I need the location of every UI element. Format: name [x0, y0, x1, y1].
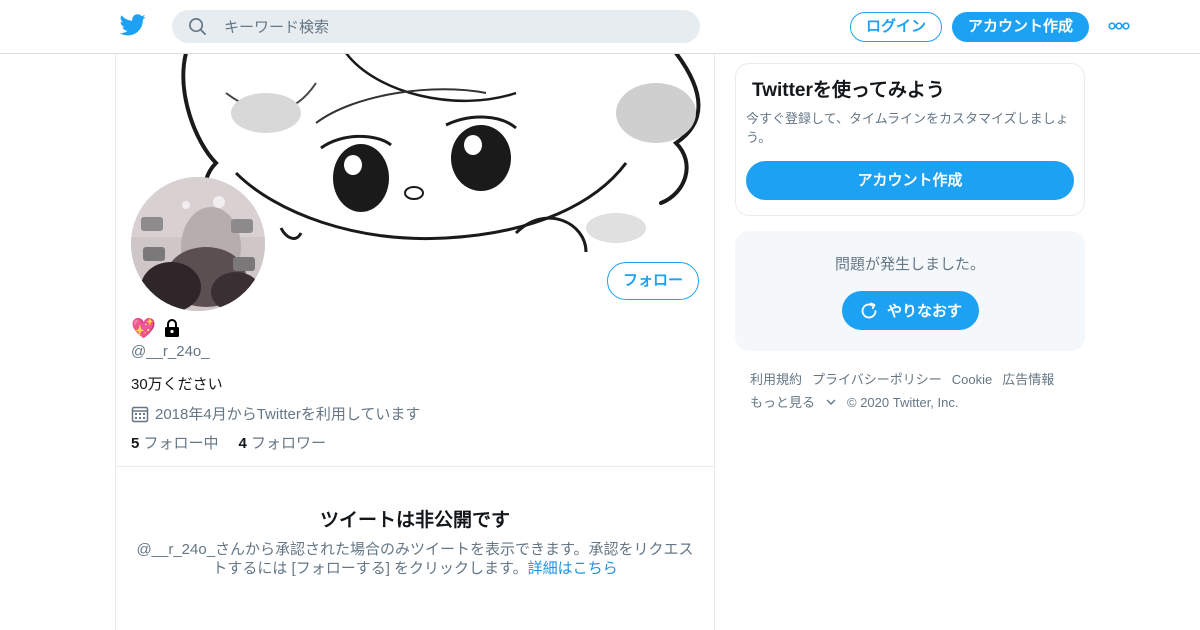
more-dots-icon[interactable]: [1108, 20, 1130, 32]
avatar[interactable]: [131, 177, 265, 311]
error-message: 問題が発生しました。: [834, 256, 985, 273]
footer-cookie-link[interactable]: Cookie: [952, 372, 992, 387]
footer-terms-link[interactable]: 利用規約: [750, 372, 802, 387]
footer-privacy-link[interactable]: プライバシーポリシー: [812, 372, 942, 387]
search-icon: [189, 18, 206, 35]
following-stat[interactable]: 5 フォロー中: [131, 432, 219, 453]
followers-count: 4: [238, 435, 247, 452]
search-input[interactable]: [222, 10, 686, 45]
profile-handle: @__r_24o_: [131, 343, 210, 360]
followers-label: フォロワー: [251, 435, 327, 452]
twitter-bird-icon[interactable]: [120, 14, 146, 36]
refresh-icon: [861, 302, 877, 318]
footer-links: 利用規約 プライバシーポリシー Cookie 広告情報 もっと見る © 2020 Twi…: [750, 368, 1080, 414]
signup-card-subtitle: 今すぐ登録して、タイムラインをカスタマイズしましょう。: [746, 111, 1069, 145]
following-label: フォロー中: [143, 435, 219, 452]
footer-copyright: © 2020 Twitter, Inc.: [847, 395, 959, 410]
top-navigation-bar: ログイン アカウント作成: [0, 0, 1200, 54]
profile-bio: 30万ください: [131, 376, 223, 393]
divider: [116, 466, 714, 467]
signup-card-button[interactable]: アカウント作成: [746, 161, 1074, 200]
private-tweets-title: ツイートは非公開です: [319, 510, 510, 531]
followers-stat[interactable]: 4 フォロワー: [239, 432, 327, 453]
retry-label: やりなおす: [886, 303, 962, 320]
private-tweets-message: @__r_24o_さんから承認された場合のみツイートを表示できます。承認をリクエ…: [136, 540, 694, 578]
follow-button[interactable]: フォロー: [607, 262, 699, 300]
footer-more-link[interactable]: もっと見る: [750, 395, 837, 410]
calendar-icon: [131, 406, 149, 422]
footer-more-label: もっと見る: [750, 395, 816, 410]
chevron-down-icon: [826, 399, 836, 405]
signup-card-title: Twitterを使ってみよう: [752, 80, 945, 101]
follow-stats: 5 フォロー中 4 フォロワー: [131, 432, 326, 453]
error-card: 問題が発生しました。 やりなおす: [735, 231, 1085, 351]
avatar-image: [131, 177, 265, 311]
retry-button[interactable]: やりなおす: [842, 291, 979, 330]
footer-ads-link[interactable]: 広告情報: [1002, 372, 1054, 387]
joined-text: 2018年4月からTwitterを利用しています: [155, 406, 421, 423]
signup-button[interactable]: アカウント作成: [952, 12, 1089, 42]
signup-card: Twitterを使ってみよう 今すぐ登録して、タイムラインをカスタマイズしましょ…: [735, 63, 1085, 216]
following-count: 5: [131, 435, 140, 452]
heart-emoji-icon: 💖: [131, 317, 156, 340]
profile-name: 💖: [131, 316, 182, 340]
profile-column: フォロー 💖 @__r_24o_ 30万ください 2018年4月からTwitte…: [115, 53, 715, 630]
learn-more-link[interactable]: 詳細はこちら: [528, 560, 618, 577]
login-button[interactable]: ログイン: [850, 12, 942, 42]
joined-date: 2018年4月からTwitterを利用しています: [131, 403, 420, 424]
search-bar[interactable]: [172, 10, 700, 45]
lock-icon: [164, 319, 179, 337]
